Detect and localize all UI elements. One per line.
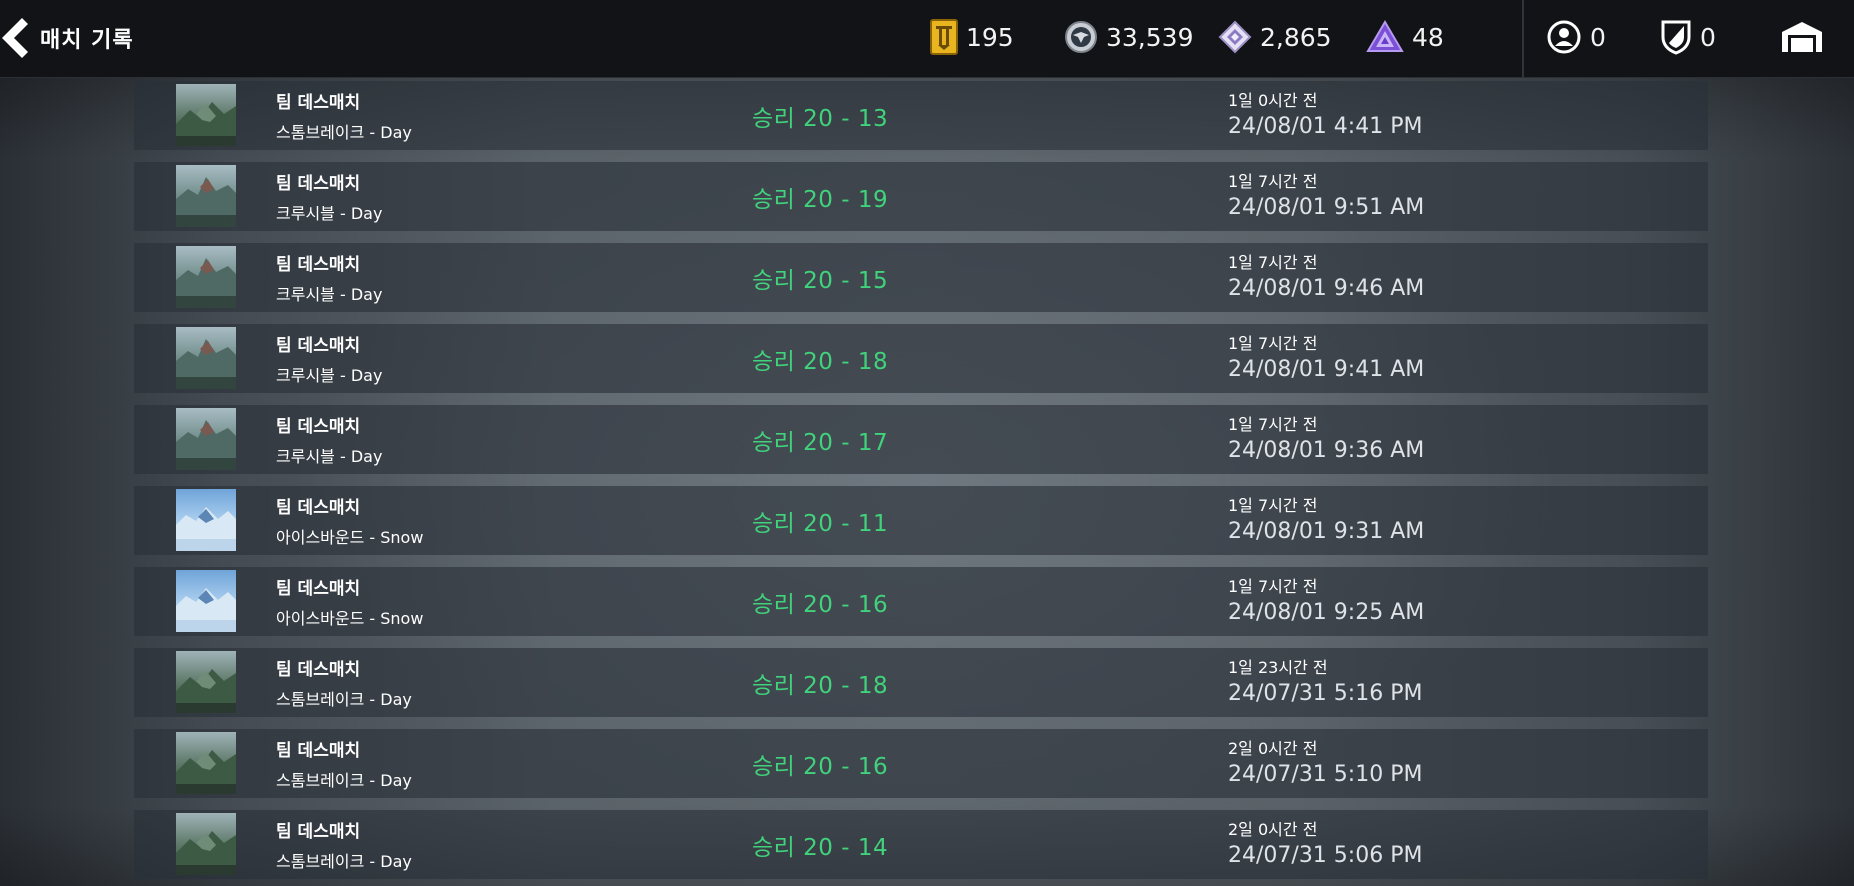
match-result: 승리 20 - 15 bbox=[752, 268, 889, 294]
gold-pass-icon bbox=[930, 19, 958, 55]
profile-icon bbox=[1546, 19, 1582, 55]
currency-diamond-value: 2,865 bbox=[1260, 22, 1332, 52]
match-date: 24/07/31 5:10 PM bbox=[1228, 762, 1423, 787]
map-thumbnail-crucible bbox=[176, 165, 236, 227]
currency-silver: 33,539 bbox=[1064, 16, 1193, 58]
match-mode: 팀 데스매치 bbox=[276, 498, 361, 518]
map-thumbnail-crucible bbox=[176, 408, 236, 470]
match-date: 24/08/01 9:36 AM bbox=[1228, 438, 1425, 463]
match-result: 승리 20 - 14 bbox=[752, 835, 889, 861]
match-date: 24/08/01 9:41 AM bbox=[1228, 357, 1425, 382]
currency-purple-value: 48 bbox=[1412, 22, 1444, 52]
match-history-list: 팀 데스매치 스톰브레이크 - Day 승리 20 - 13 1일 0시간 전 24/0… bbox=[134, 81, 1708, 886]
match-result: 승리 20 - 18 bbox=[752, 349, 889, 375]
map-thumbnail-stormbreak bbox=[176, 651, 236, 713]
match-mode: 팀 데스매치 bbox=[276, 336, 361, 356]
match-date: 24/07/31 5:06 PM bbox=[1228, 843, 1423, 868]
match-time-ago: 1일 7시간 전 bbox=[1228, 253, 1318, 272]
page-title: 매치 기록 bbox=[40, 28, 134, 53]
match-map: 크루시블 - Day bbox=[276, 204, 383, 223]
match-time-ago: 1일 7시간 전 bbox=[1228, 415, 1318, 434]
map-thumbnail-crucible bbox=[176, 246, 236, 308]
match-time-ago: 2일 0시간 전 bbox=[1228, 739, 1318, 758]
garage-icon bbox=[1780, 20, 1824, 54]
currency-purple: 48 bbox=[1366, 16, 1444, 58]
match-row[interactable]: 팀 데스매치크루시블 - Day 승리 20 - 19 1일 7시간 전 24/08/… bbox=[134, 162, 1708, 231]
match-time-ago: 1일 0시간 전 bbox=[1228, 91, 1318, 110]
match-map: 스톰브레이크 - Day bbox=[276, 771, 412, 790]
currency-silver-value: 33,539 bbox=[1106, 22, 1194, 52]
map-thumbnail-crucible bbox=[176, 327, 236, 389]
match-map: 아이스바운드 - Snow bbox=[276, 609, 424, 628]
match-time-ago: 1일 7시간 전 bbox=[1228, 496, 1318, 515]
match-date: 24/07/31 5:16 PM bbox=[1228, 681, 1423, 706]
match-row[interactable]: 팀 데스매치크루시블 - Day 승리 20 - 18 1일 7시간 전 24/08/… bbox=[134, 324, 1708, 393]
match-date: 24/08/01 9:46 AM bbox=[1228, 276, 1425, 301]
top-bar: 매치 기록 195 33,539 2,865 48 0 0 bbox=[0, 0, 1854, 78]
match-result: 승리 20 - 19 bbox=[752, 187, 889, 213]
match-mode: 팀 데스매치 bbox=[276, 417, 361, 437]
profile-counter-value: 0 bbox=[1590, 22, 1606, 52]
match-map: 크루시블 - Day bbox=[276, 285, 383, 304]
match-mode: 팀 데스매치 bbox=[276, 660, 361, 680]
shield-icon bbox=[1660, 19, 1692, 55]
match-result: 승리 20 - 18 bbox=[752, 673, 889, 699]
currency-gold-value: 195 bbox=[966, 22, 1014, 52]
match-time-ago: 1일 7시간 전 bbox=[1228, 577, 1318, 596]
match-mode: 팀 데스매치 bbox=[276, 579, 361, 599]
match-result: 승리 20 - 17 bbox=[752, 430, 889, 456]
match-date: 24/08/01 9:25 AM bbox=[1228, 600, 1425, 625]
purple-triangle-icon bbox=[1366, 20, 1404, 54]
garage-button[interactable] bbox=[1780, 16, 1832, 58]
match-map: 스톰브레이크 - Day bbox=[276, 852, 412, 871]
match-row[interactable]: 팀 데스매치스톰브레이크 - Day 승리 20 - 13 1일 0시간 전 24/0… bbox=[134, 81, 1708, 150]
match-row[interactable]: 팀 데스매치스톰브레이크 - Day 승리 20 - 18 1일 23시간 전 24/… bbox=[134, 648, 1708, 717]
diamond-token-icon bbox=[1218, 20, 1252, 54]
match-row[interactable]: 팀 데스매치크루시블 - Day 승리 20 - 15 1일 7시간 전 24/08/… bbox=[134, 243, 1708, 312]
match-mode: 팀 데스매치 bbox=[276, 822, 361, 842]
match-row[interactable]: 팀 데스매치스톰브레이크 - Day 승리 20 - 14 2일 0시간 전 24/0… bbox=[134, 810, 1708, 879]
match-map: 아이스바운드 - Snow bbox=[276, 528, 424, 547]
match-date: 24/08/01 4:41 PM bbox=[1228, 114, 1423, 139]
map-thumbnail-stormbreak bbox=[176, 732, 236, 794]
map-thumbnail-stormbreak bbox=[176, 84, 236, 146]
currency-diamond: 2,865 bbox=[1218, 16, 1332, 58]
map-thumbnail-icebound bbox=[176, 570, 236, 632]
match-time-ago: 1일 7시간 전 bbox=[1228, 334, 1318, 353]
match-mode: 팀 데스매치 bbox=[276, 741, 361, 761]
match-map: 크루시블 - Day bbox=[276, 366, 383, 385]
map-thumbnail-icebound bbox=[176, 489, 236, 551]
shield-counter-value: 0 bbox=[1700, 22, 1716, 52]
match-map: 스톰브레이크 - Day bbox=[276, 690, 412, 709]
match-result: 승리 20 - 16 bbox=[752, 754, 889, 780]
match-result: 승리 20 - 13 bbox=[752, 106, 889, 132]
match-date: 24/08/01 9:51 AM bbox=[1228, 195, 1425, 220]
shield-counter[interactable]: 0 bbox=[1660, 16, 1716, 58]
match-time-ago: 2일 0시간 전 bbox=[1228, 820, 1318, 839]
match-result: 승리 20 - 11 bbox=[752, 511, 889, 537]
profile-counter[interactable]: 0 bbox=[1546, 16, 1606, 58]
match-result: 승리 20 - 16 bbox=[752, 592, 889, 618]
match-time-ago: 1일 23시간 전 bbox=[1228, 658, 1328, 677]
chevron-left-icon bbox=[0, 18, 28, 58]
map-thumbnail-stormbreak bbox=[176, 813, 236, 875]
back-button[interactable]: 매치 기록 bbox=[0, 14, 134, 62]
header-divider bbox=[1522, 0, 1524, 78]
match-date: 24/08/01 9:31 AM bbox=[1228, 519, 1425, 544]
match-row[interactable]: 팀 데스매치아이스바운드 - Snow 승리 20 - 16 1일 7시간 전 24/… bbox=[134, 567, 1708, 636]
match-time-ago: 1일 7시간 전 bbox=[1228, 172, 1318, 191]
match-mode: 팀 데스매치 bbox=[276, 93, 361, 113]
match-mode: 팀 데스매치 bbox=[276, 255, 361, 275]
match-row[interactable]: 팀 데스매치스톰브레이크 - Day 승리 20 - 16 2일 0시간 전 24/0… bbox=[134, 729, 1708, 798]
match-map: 스톰브레이크 - Day bbox=[276, 123, 412, 142]
match-row[interactable]: 팀 데스매치아이스바운드 - Snow 승리 20 - 11 1일 7시간 전 24/… bbox=[134, 486, 1708, 555]
match-row[interactable]: 팀 데스매치크루시블 - Day 승리 20 - 17 1일 7시간 전 24/08/… bbox=[134, 405, 1708, 474]
silver-coin-icon bbox=[1064, 20, 1098, 54]
match-map: 크루시블 - Day bbox=[276, 447, 383, 466]
currency-gold: 195 bbox=[930, 16, 1014, 58]
match-mode: 팀 데스매치 bbox=[276, 174, 361, 194]
